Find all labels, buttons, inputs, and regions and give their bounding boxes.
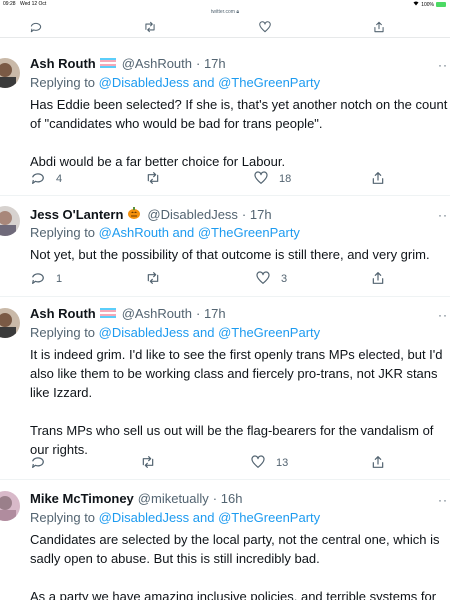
user-handle[interactable]: @AshRouth [122,56,192,71]
display-name[interactable]: Jess O'Lantern [30,207,123,222]
trans-flag-icon [99,306,116,321]
share-button[interactable] [370,170,386,188]
display-name[interactable]: Ash Routh [30,306,96,321]
replying-prefix: Replying to [30,325,99,340]
replying-to-link[interactable]: @DisabledJess and @TheGreenParty [99,75,321,90]
replying-to-link[interactable]: @AshRouth and @TheGreenParty [99,225,300,240]
retweet-button[interactable] [145,170,161,188]
replying-to: Replying to @AshRouth and @TheGreenParty [30,225,300,240]
replying-to: Replying to @DisabledJess and @TheGreenP… [30,75,320,90]
tweet-text: It is indeed grim. I'd like to see the f… [30,347,443,457]
reply-icon [30,454,46,473]
browser-bar: twitter.com 🔒︎ [0,8,450,38]
display-name[interactable]: Mike McTimoney [30,491,134,506]
tweet-text: Has Eddie been selected? If she is, that… [30,97,448,169]
like-button[interactable]: 13 [250,454,288,472]
retweet-icon[interactable] [141,19,159,35]
replying-to: Replying to @DisabledJess and @TheGreenP… [30,325,320,340]
like-icon [253,170,269,189]
lock-icon: 🔒︎ [236,9,239,15]
user-handle[interactable]: @DisabledJess [147,207,238,222]
avatar[interactable] [0,308,20,338]
url-text: twitter.com [211,9,235,15]
status-right: 100% [413,1,446,8]
tweet-header: Jess O'Lantern @DisabledJess · 17h [30,206,272,223]
tweet-time[interactable]: · 16h [213,491,243,506]
status-bar: 09:28 Wed 12 Oct 100% [0,0,450,8]
pumpkin-icon [127,206,141,223]
like-icon [255,270,271,289]
tweet[interactable]: Jess O'Lantern @DisabledJess · 17h ·· Re… [0,206,450,290]
share-button[interactable] [370,454,386,472]
tweet-text: Candidates are selected by the local par… [30,532,440,600]
more-icon[interactable]: ·· [438,308,448,322]
tweet[interactable]: Mike McTimoney @miketually · 16h ·· Repl… [0,491,450,600]
avatar[interactable] [0,206,20,236]
avatar[interactable] [0,491,20,521]
reply-count: 4 [56,173,63,185]
replying-prefix: Replying to [30,510,99,525]
reply-button[interactable]: 4 [30,170,62,188]
share-icon[interactable] [370,19,388,35]
tweet-header: Mike McTimoney @miketually · 16h [30,491,242,506]
reply-button[interactable] [30,454,46,472]
replying-prefix: Replying to [30,75,99,90]
more-icon[interactable]: ·· [438,493,448,507]
display-name[interactable]: Ash Routh [30,56,96,71]
battery-percent: 100% [421,1,434,8]
more-icon[interactable]: ·· [438,208,448,222]
tweet-time[interactable]: · 17h [242,207,272,222]
retweet-button[interactable] [145,270,161,288]
reply-icon [30,270,46,289]
reply-icon[interactable] [27,19,45,35]
replying-prefix: Replying to [30,225,99,240]
retweet-icon [140,454,156,473]
user-handle[interactable]: @AshRouth [122,306,192,321]
tweet-time[interactable]: · 17h [196,56,226,71]
like-button[interactable]: 18 [253,170,291,188]
tweet-text: Not yet, but the possibility of that out… [30,247,430,262]
like-button[interactable]: 3 [255,270,287,288]
share-icon [370,170,386,189]
wifi-icon [413,1,419,8]
battery-icon [436,2,446,7]
tweet-time[interactable]: · 17h [196,306,226,321]
tweet-header: Ash Routh @AshRouth · 17h [30,306,226,321]
divider [0,195,450,196]
tweet-actions: 1 3 [30,270,410,288]
like-count: 13 [276,457,289,469]
like-count: 3 [281,273,288,285]
tweet[interactable]: Ash Routh @AshRouth · 17h ·· Replying to… [0,306,450,476]
divider [0,296,450,297]
reply-icon [30,170,46,189]
retweet-icon [145,270,161,289]
like-icon[interactable] [256,19,274,35]
like-count: 18 [279,173,292,185]
share-icon [370,454,386,473]
replying-to-link[interactable]: @DisabledJess and @TheGreenParty [99,325,321,340]
share-button[interactable] [370,270,386,288]
replying-to-link[interactable]: @DisabledJess and @TheGreenParty [99,510,321,525]
status-date: Wed 12 Oct [20,1,47,7]
tweet-header: Ash Routh @AshRouth · 17h [30,56,226,71]
avatar[interactable] [0,58,20,88]
more-icon[interactable]: ·· [438,58,448,72]
reply-button[interactable]: 1 [30,270,62,288]
reply-count: 1 [56,273,63,285]
tweet[interactable]: Ash Routh @AshRouth · 17h ·· Replying to… [0,56,450,190]
replying-to: Replying to @DisabledJess and @TheGreenP… [30,510,320,525]
status-time: 09:28 [3,1,16,7]
like-icon [250,454,266,473]
user-handle[interactable]: @miketually [138,491,209,506]
divider [0,479,450,480]
retweet-icon [145,170,161,189]
tweet-actions: 13 [30,454,410,472]
tweet-actions: 4 18 [30,170,410,188]
url-bar[interactable]: twitter.com 🔒︎ [0,9,450,15]
share-icon [370,270,386,289]
retweet-button[interactable] [140,454,156,472]
trans-flag-icon [99,56,116,71]
